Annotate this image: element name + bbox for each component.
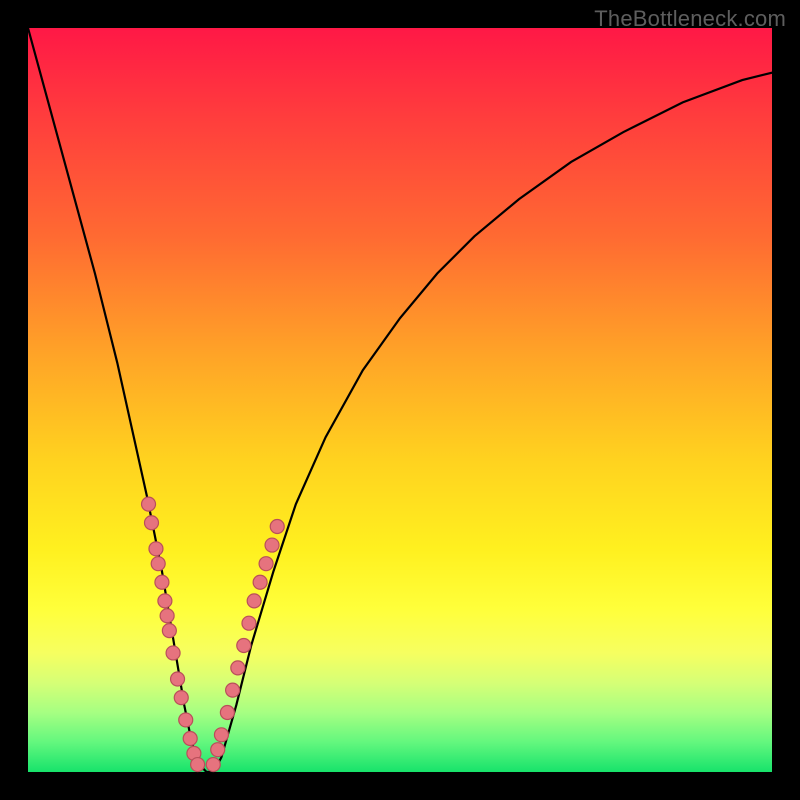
data-point xyxy=(142,497,156,511)
data-point xyxy=(158,594,172,608)
data-point xyxy=(226,683,240,697)
data-point xyxy=(145,516,159,530)
data-point xyxy=(171,672,185,686)
data-point xyxy=(183,732,197,746)
data-point xyxy=(265,538,279,552)
data-point xyxy=(174,691,188,705)
data-point xyxy=(155,575,169,589)
chart-frame: TheBottleneck.com xyxy=(0,0,800,800)
data-point xyxy=(160,609,174,623)
data-point xyxy=(253,575,267,589)
chart-overlay xyxy=(28,28,772,772)
data-point xyxy=(214,728,228,742)
data-point xyxy=(211,743,225,757)
watermark-text: TheBottleneck.com xyxy=(594,6,786,32)
data-point xyxy=(206,758,220,772)
data-point xyxy=(270,519,284,533)
data-point xyxy=(259,557,273,571)
data-point xyxy=(247,594,261,608)
data-point xyxy=(242,616,256,630)
data-point xyxy=(151,557,165,571)
data-point xyxy=(231,661,245,675)
data-point xyxy=(162,624,176,638)
bottleneck-curve xyxy=(28,28,772,772)
data-point xyxy=(191,758,205,772)
data-point xyxy=(237,639,251,653)
data-point xyxy=(220,705,234,719)
data-markers xyxy=(142,497,285,771)
data-point xyxy=(179,713,193,727)
plot-area xyxy=(28,28,772,772)
data-point xyxy=(166,646,180,660)
data-point xyxy=(149,542,163,556)
